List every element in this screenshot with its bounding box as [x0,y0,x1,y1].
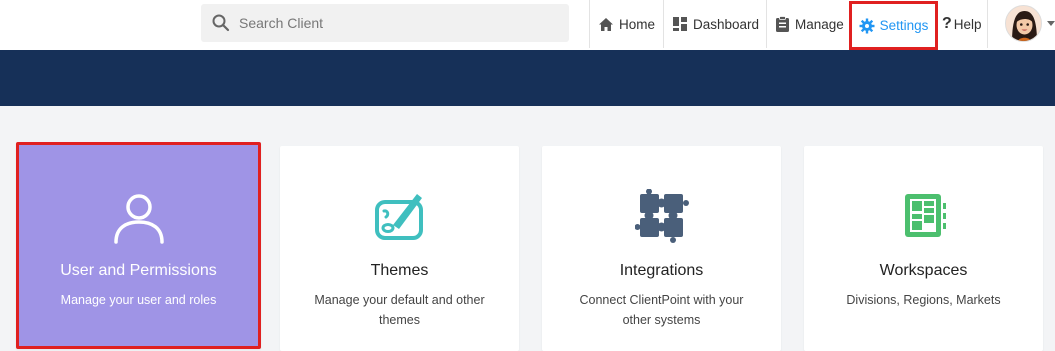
gear-icon [859,18,875,33]
chevron-down-icon[interactable] [1047,21,1055,26]
nav-divider [589,0,590,48]
clipboard-icon [776,16,789,32]
card-title: User and Permissions [60,262,217,279]
nav-divider [987,0,988,48]
nav-settings-label: Settings [879,18,929,33]
card-description: Manage your default and other themes [314,293,485,327]
nav-manage-label: Manage [795,16,844,32]
search-input[interactable] [239,4,559,42]
user-icon [113,194,164,244]
card-icon [280,189,519,243]
card-icon [542,189,781,243]
nav-dashboard-label: Dashboard [693,16,760,32]
nav-home[interactable]: Home [598,0,655,48]
nav-help-label: Help [953,16,982,32]
palette-icon [374,194,423,240]
dashboard-icon [673,17,687,31]
nav-help[interactable]: ? Help [942,0,982,48]
nav-manage[interactable]: Manage [775,0,844,48]
avatar[interactable] [1005,5,1042,42]
card-title: Workspaces [879,262,968,279]
header-banner [0,50,1055,106]
card-themes[interactable]: Themes Manage your default and other the… [280,146,519,351]
nav-home-label: Home [619,16,656,32]
workspace-icon [904,194,946,237]
card-icon [19,192,258,246]
nav-divider [663,0,664,48]
search-icon [212,14,230,32]
top-navbar: Home Dashboard Manage [0,0,1055,50]
card-title: Themes [370,262,429,279]
card-icon [804,189,1043,243]
card-user-permissions[interactable]: User and Permissions Manage your user an… [16,142,261,349]
nav-divider [766,0,767,48]
avatar-image [1006,6,1041,41]
card-description: Connect ClientPoint with your other syst… [579,293,744,327]
card-description: Manage your user and roles [60,293,217,307]
card-integrations[interactable]: Integrations Connect ClientPoint with yo… [542,146,781,351]
card-workspaces[interactable]: Workspaces Divisions, Regions, Markets [804,146,1043,351]
nav-dashboard[interactable]: Dashboard [672,0,759,48]
search-box[interactable] [201,4,569,42]
home-icon [599,17,613,31]
card-description: Divisions, Regions, Markets [846,293,1001,307]
puzzle-icon [634,189,689,243]
nav-settings[interactable]: Settings [849,1,938,50]
help-icon: ? [942,15,952,32]
card-title: Integrations [619,262,704,279]
